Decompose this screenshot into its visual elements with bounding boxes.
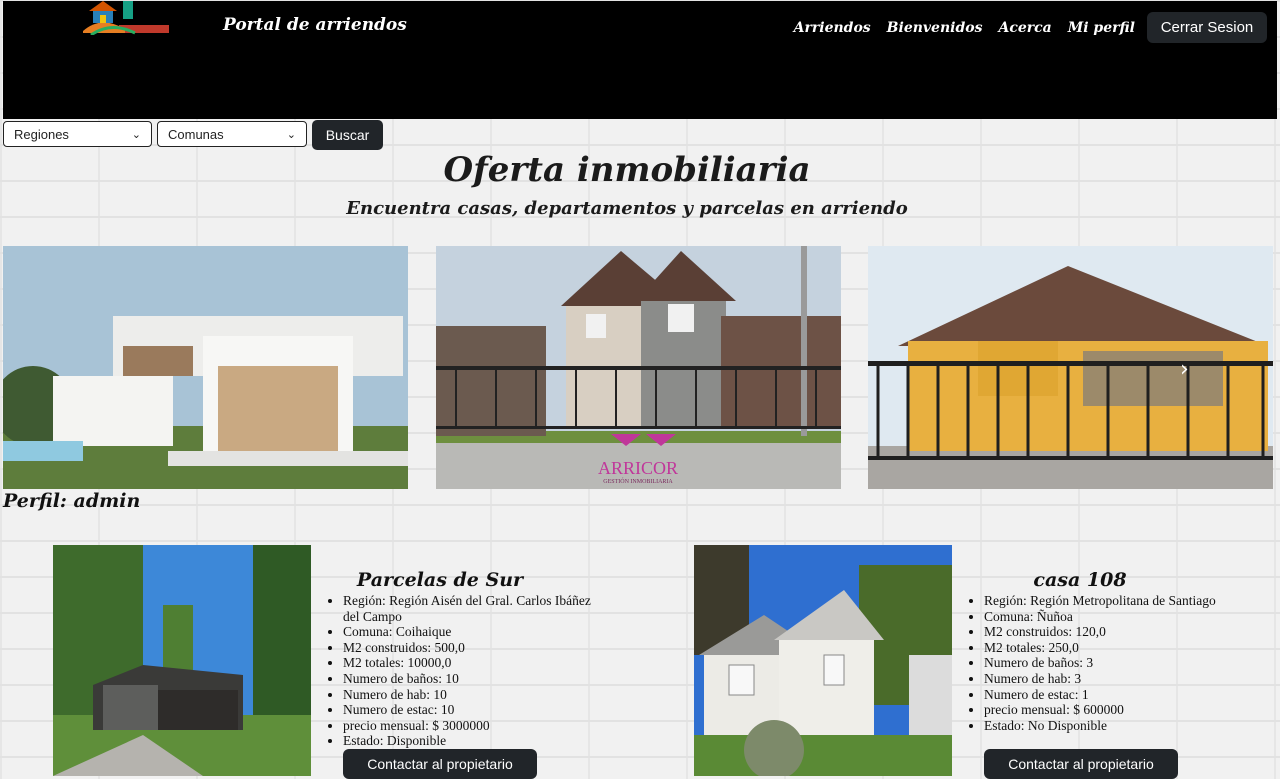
list-item: Estado: Disponible xyxy=(343,733,593,749)
nav-acerca[interactable]: Acerca xyxy=(998,20,1051,36)
list-item: precio mensual: $ 600000 xyxy=(984,702,1234,718)
listing-image-casa[interactable] xyxy=(694,545,952,776)
list-item: Numero de baños: 3 xyxy=(984,655,1234,671)
page-title: Oferta inmobiliaria xyxy=(443,150,811,190)
carousel-image-modern-house[interactable] xyxy=(3,246,408,489)
main-nav: Arriendos Bienvenidos Acerca Mi perfil xyxy=(794,20,1135,36)
regions-select-value: Regiones xyxy=(14,126,69,142)
listing-details: Región: Región Metropolitana de Santiago… xyxy=(964,593,1234,733)
list-item: Numero de estac: 1 xyxy=(984,687,1234,703)
listing-title: casa 108 xyxy=(1033,569,1127,591)
listing-image-parcela[interactable] xyxy=(53,545,311,776)
listing-details: Región: Región Aisén del Gral. Carlos Ib… xyxy=(323,593,593,749)
contact-owner-button[interactable]: Contactar al propietario xyxy=(343,749,537,779)
listing-title: Parcelas de Sur xyxy=(356,569,524,591)
top-navbar: Portal de arriendos Arriendos Bienvenido… xyxy=(3,1,1277,119)
list-item: Comuna: Ñuñoa xyxy=(984,609,1234,625)
nav-mi-perfil[interactable]: Mi perfil xyxy=(1068,20,1135,36)
list-item: Numero de hab: 3 xyxy=(984,671,1234,687)
search-button[interactable]: Buscar xyxy=(312,120,383,150)
communes-select-value: Comunas xyxy=(168,126,224,142)
list-item: M2 construidos: 500,0 xyxy=(343,640,593,656)
watermark-brand: ARRICOR xyxy=(598,458,678,478)
profile-label: Perfil: admin xyxy=(3,490,141,512)
list-item: precio mensual: $ 3000000 xyxy=(343,718,593,734)
logout-button[interactable]: Cerrar Sesion xyxy=(1147,12,1267,43)
page-subtitle: Encuentra casas, departamentos y parcela… xyxy=(346,198,908,219)
nav-arriendos[interactable]: Arriendos xyxy=(794,20,871,36)
communes-select[interactable]: Comunas ⌄ xyxy=(157,121,307,147)
list-item: M2 totales: 250,0 xyxy=(984,640,1234,656)
logo[interactable] xyxy=(81,1,171,37)
list-item: M2 totales: 10000,0 xyxy=(343,655,593,671)
regions-select[interactable]: Regiones ⌄ xyxy=(3,121,152,147)
list-item: Comuna: Coihaique xyxy=(343,624,593,640)
carousel-image-townhouse[interactable]: ARRICOR GESTIÓN INMOBILIARIA xyxy=(436,246,841,489)
chevron-down-icon: ⌄ xyxy=(131,128,141,141)
list-item: Numero de hab: 10 xyxy=(343,687,593,703)
nav-bienvenidos[interactable]: Bienvenidos xyxy=(887,20,983,36)
list-item: Estado: No Disponible xyxy=(984,718,1234,734)
list-item: Numero de estac: 10 xyxy=(343,702,593,718)
list-item: M2 construidos: 120,0 xyxy=(984,624,1234,640)
list-item: Región: Región Metropolitana de Santiago xyxy=(984,593,1234,609)
chevron-right-icon[interactable]: › xyxy=(1180,357,1189,382)
carousel-image-yellow-house[interactable]: › xyxy=(868,246,1273,489)
chevron-down-icon: ⌄ xyxy=(286,128,296,141)
brand-title[interactable]: Portal de arriendos xyxy=(223,15,407,35)
list-item: Región: Región Aisén del Gral. Carlos Ib… xyxy=(343,593,593,624)
contact-owner-button[interactable]: Contactar al propietario xyxy=(984,749,1178,779)
list-item: Numero de baños: 10 xyxy=(343,671,593,687)
watermark-sub: GESTIÓN INMOBILIARIA xyxy=(603,477,673,485)
